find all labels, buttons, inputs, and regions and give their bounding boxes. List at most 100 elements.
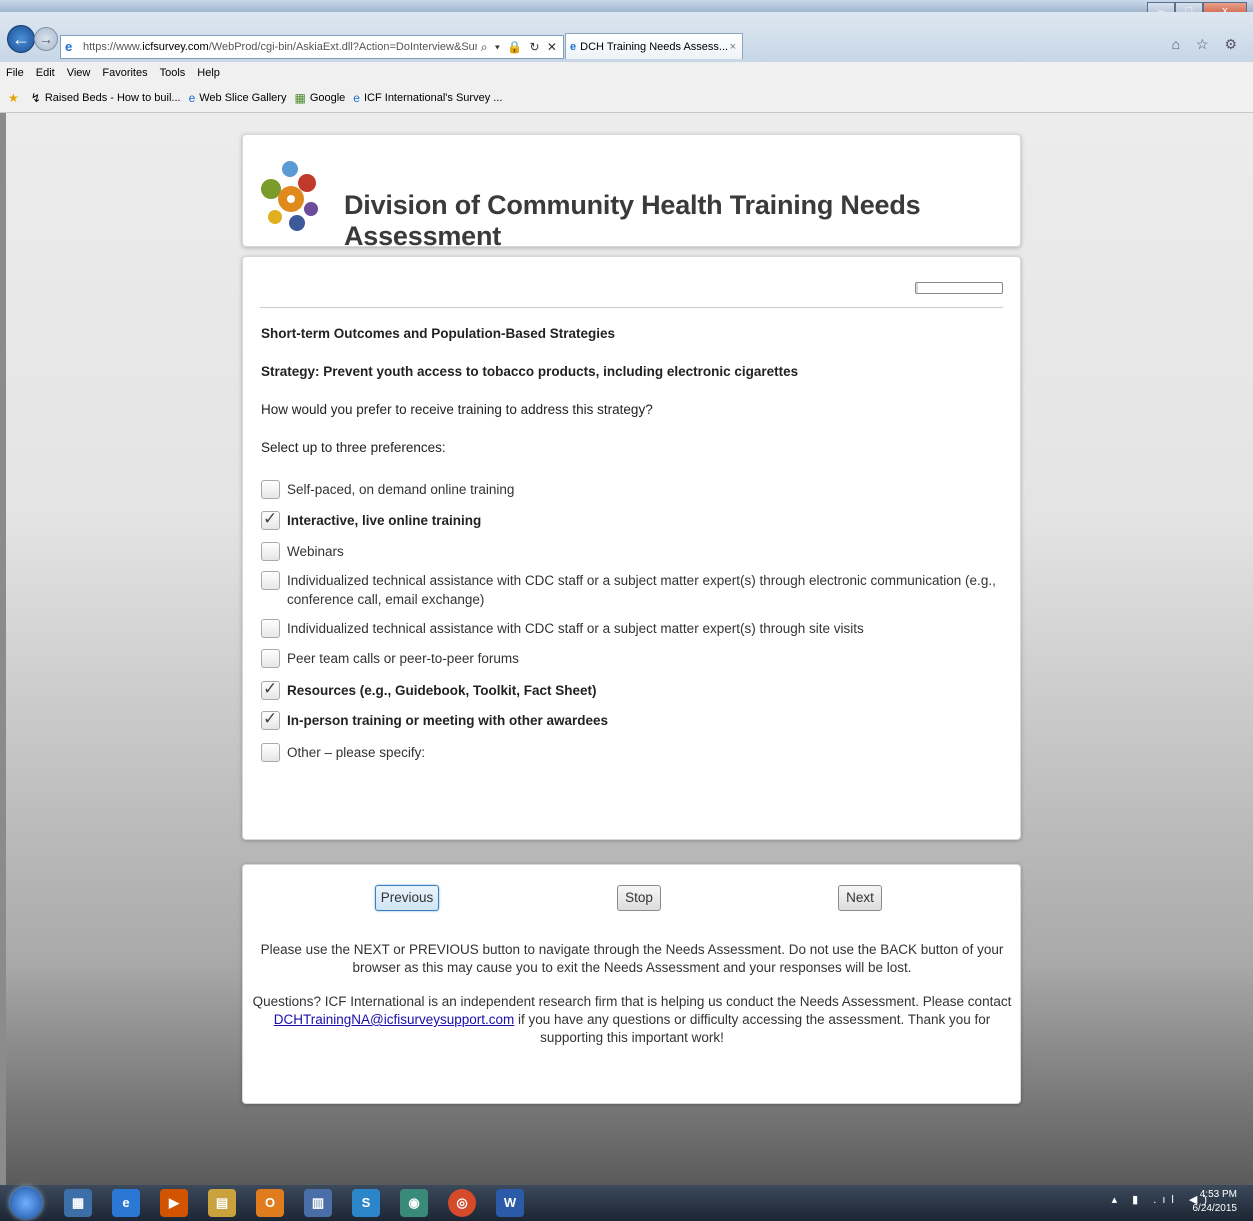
browser-tab[interactable]: e DCH Training Needs Assess... × bbox=[565, 33, 743, 59]
option-interactive-live[interactable]: Interactive, live online training bbox=[261, 509, 1006, 530]
taskbar-app-icon[interactable]: ▦ bbox=[64, 1189, 92, 1217]
gears-logo-icon bbox=[261, 161, 318, 231]
checkbox[interactable] bbox=[261, 509, 280, 530]
checkbox[interactable] bbox=[261, 649, 280, 668]
contact-pre: Questions? ICF International is an indep… bbox=[252, 994, 1012, 1009]
ie-icon: e bbox=[188, 91, 196, 105]
option-label: Peer team calls or peer-to-peer forums bbox=[287, 651, 519, 666]
ie-icon: e bbox=[353, 91, 360, 105]
option-ta-electronic[interactable]: Individualized technical assistance with… bbox=[261, 571, 1006, 609]
checkbox[interactable] bbox=[261, 571, 280, 590]
url-domain: icfsurvey.com bbox=[142, 41, 209, 53]
menu-view[interactable]: View bbox=[67, 67, 91, 79]
progress-fill bbox=[916, 283, 918, 293]
contact-text: Questions? ICF International is an indep… bbox=[247, 993, 1017, 1047]
previous-button[interactable]: Previous bbox=[375, 885, 439, 911]
option-label: Individualized technical assistance with… bbox=[287, 573, 996, 607]
outlook-icon[interactable]: O bbox=[256, 1189, 284, 1217]
option-label: Individualized technical assistance with… bbox=[287, 621, 864, 636]
option-in-person[interactable]: In-person training or meeting with other… bbox=[261, 709, 1006, 730]
window-title-bar: – □ x bbox=[0, 0, 1253, 22]
google-icon: ▦ bbox=[294, 91, 306, 105]
option-resources[interactable]: Resources (e.g., Guidebook, Toolkit, Fac… bbox=[261, 679, 1006, 700]
link-icon: ↯ bbox=[30, 91, 41, 105]
page-title: Division of Community Health Training Ne… bbox=[344, 190, 921, 251]
star-icon: ★ bbox=[8, 91, 19, 105]
option-ta-site-visits[interactable]: Individualized technical assistance with… bbox=[261, 619, 1006, 638]
address-tools-icons[interactable]: ⌕ ▾ 🔒 ↻ ✕ bbox=[477, 40, 563, 55]
url-text[interactable]: https://www.icfsurvey.com/WebProd/cgi-bi… bbox=[83, 41, 477, 53]
file-explorer-icon[interactable]: ▤ bbox=[208, 1189, 236, 1217]
menu-help[interactable]: Help bbox=[197, 67, 220, 79]
favorite-icf-survey[interactable]: e ICF International's Survey ... bbox=[353, 91, 502, 105]
favorite-raised-beds[interactable]: ↯ Raised Beds - How to buil... bbox=[31, 91, 181, 105]
forward-arrow-icon[interactable]: → bbox=[34, 27, 58, 51]
ie-page-icon: e bbox=[65, 39, 73, 54]
chrome-icon[interactable]: ◎ bbox=[448, 1189, 476, 1217]
section-heading: Short-term Outcomes and Population-Based… bbox=[261, 326, 616, 341]
favorite-label: Google bbox=[309, 92, 346, 104]
question-text: How would you prefer to receive training… bbox=[261, 402, 653, 417]
next-button[interactable]: Next bbox=[838, 885, 882, 911]
favorites-bar: ★ ↯ Raised Beds - How to buil... e Web Sli… bbox=[0, 84, 1253, 113]
menu-bar: File Edit View Favorites Tools Help bbox=[0, 62, 1253, 84]
support-email-link[interactable]: DCHTrainingNA@icfisurveysupport.com bbox=[274, 1012, 515, 1027]
favorite-label: Web Slice Gallery bbox=[199, 92, 287, 104]
instruction-text: Select up to three preferences: bbox=[261, 440, 446, 455]
option-label: Interactive, live online training bbox=[287, 513, 482, 528]
checkbox[interactable] bbox=[261, 619, 280, 638]
menu-file[interactable]: File bbox=[6, 67, 24, 79]
menu-tools[interactable]: Tools bbox=[160, 67, 186, 79]
ie-tab-icon: e bbox=[570, 40, 577, 53]
favorite-label: ICF International's Survey ... bbox=[363, 92, 503, 104]
option-label: Webinars bbox=[287, 544, 344, 559]
checkbox[interactable] bbox=[261, 679, 280, 700]
navigation-card: Previous Stop Next Please use the NEXT o… bbox=[242, 864, 1021, 1104]
option-other[interactable]: Other – please specify: bbox=[261, 743, 1006, 762]
checkbox[interactable] bbox=[261, 542, 280, 561]
network-app-icon[interactable]: ▥ bbox=[304, 1189, 332, 1217]
checkbox[interactable] bbox=[261, 709, 280, 730]
clock-time: 4:53 PM bbox=[1199, 1189, 1237, 1200]
url-path: /WebProd/cgi-bin/AskiaExt.dll?Action=DoI… bbox=[208, 41, 477, 53]
back-arrow-icon[interactable]: ← bbox=[7, 25, 35, 53]
option-peer-team[interactable]: Peer team calls or peer-to-peer forums bbox=[261, 649, 1006, 668]
checkbox[interactable] bbox=[261, 480, 280, 499]
home-favorites-settings-icons[interactable]: ⌂ ☆ ⚙ bbox=[1172, 36, 1243, 53]
option-webinars[interactable]: Webinars bbox=[261, 542, 1006, 561]
menu-favorites[interactable]: Favorites bbox=[102, 67, 147, 79]
favorite-label: Raised Beds - How to buil... bbox=[44, 92, 181, 104]
clock[interactable]: 4:53 PM 6/24/2015 bbox=[1193, 1188, 1238, 1216]
option-label: In-person training or meeting with other… bbox=[287, 713, 609, 728]
page-content: Division of Community Health Training Ne… bbox=[6, 113, 1253, 1185]
ie-taskbar-icon[interactable]: e bbox=[112, 1189, 140, 1217]
taskbar: ▦ e ▶ ▤ O ▥ S ◉ ◎ W ▴ ▮ .ıl ◀) 4:53 PM 6/… bbox=[0, 1185, 1253, 1221]
contact-post: if you have any questions or difficulty … bbox=[514, 1012, 991, 1045]
browser-app-icon[interactable]: ◉ bbox=[400, 1189, 428, 1217]
favorite-web-slice-gallery[interactable]: e Web Slice Gallery bbox=[189, 91, 287, 105]
tab-title: DCH Training Needs Assess... bbox=[580, 40, 729, 53]
skype-icon[interactable]: S bbox=[352, 1189, 380, 1217]
strategy-heading: Strategy: Prevent youth access to tobacc… bbox=[261, 364, 799, 379]
address-bar[interactable]: e https://www.icfsurvey.com/WebProd/cgi-… bbox=[60, 35, 564, 59]
stop-button[interactable]: Stop bbox=[617, 885, 661, 911]
tab-close-icon[interactable]: × bbox=[730, 41, 736, 53]
option-label: Resources (e.g., Guidebook, Toolkit, Fac… bbox=[287, 683, 597, 698]
checkbox[interactable] bbox=[261, 743, 280, 762]
option-label: Other – please specify: bbox=[287, 745, 426, 760]
progress-bar bbox=[915, 282, 1003, 294]
url-prefix: https://www. bbox=[83, 41, 143, 53]
media-player-icon[interactable]: ▶ bbox=[160, 1189, 188, 1217]
navigation-notice: Please use the NEXT or PREVIOUS button t… bbox=[260, 942, 1004, 975]
word-icon[interactable]: W bbox=[496, 1189, 524, 1217]
survey-card: Short-term Outcomes and Population-Based… bbox=[242, 256, 1021, 840]
favorite-google[interactable]: ▦ Google bbox=[294, 91, 345, 105]
divider bbox=[260, 307, 1003, 308]
option-self-paced[interactable]: Self-paced, on demand online training bbox=[261, 480, 1006, 499]
header-card: Division of Community Health Training Ne… bbox=[242, 134, 1021, 251]
favorites-star-icon[interactable]: ★ bbox=[8, 91, 23, 105]
start-button[interactable] bbox=[10, 1187, 42, 1219]
menu-edit[interactable]: Edit bbox=[36, 67, 55, 79]
clock-date: 6/24/2015 bbox=[1192, 1203, 1238, 1214]
option-label: Self-paced, on demand online training bbox=[287, 482, 515, 497]
